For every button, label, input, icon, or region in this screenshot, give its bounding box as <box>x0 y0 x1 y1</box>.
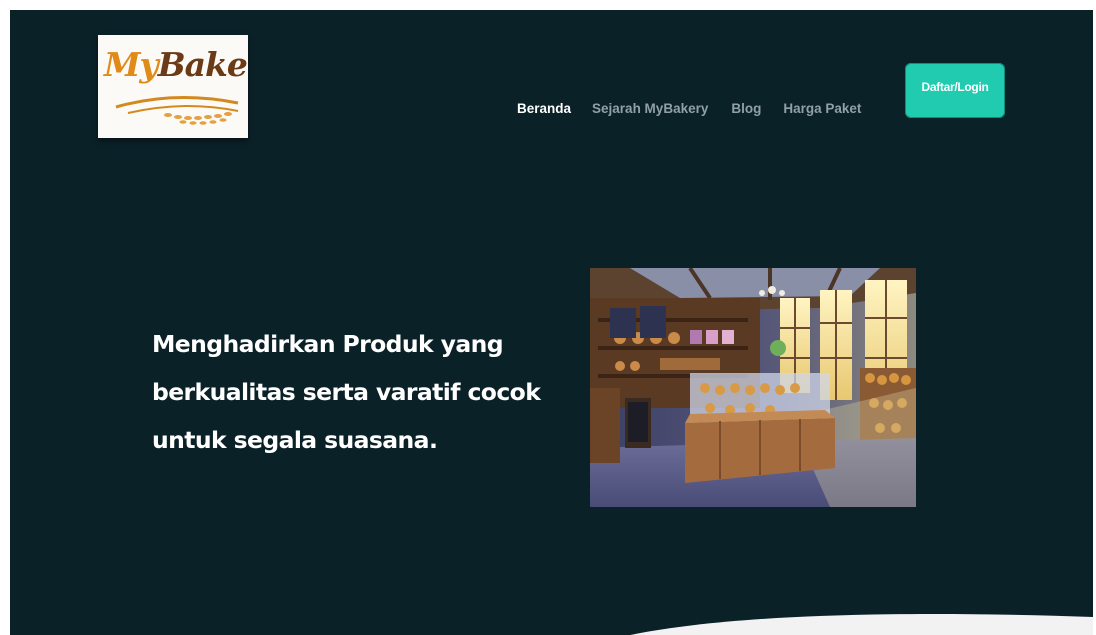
logo[interactable]: MyBakery <box>98 35 248 138</box>
nav-item-harga-paket[interactable]: Harga Paket <box>783 101 861 116</box>
hero-line: untuk segala suasana. <box>152 426 438 454</box>
nav-item-sejarah[interactable]: Sejarah MyBakery <box>592 101 708 116</box>
hero-line: Menghadirkan Produk yang <box>152 330 504 358</box>
nav-item-blog[interactable]: Blog <box>731 101 761 116</box>
hero-line: berkualitas serta varatif cocok <box>152 378 541 406</box>
nav-item-beranda[interactable]: Beranda <box>517 101 571 116</box>
wheat-icon <box>115 95 239 125</box>
daftar-login-button[interactable]: Daftar/Login <box>905 63 1005 118</box>
bakery-interior-illustration <box>590 268 916 507</box>
main-nav: Beranda Sejarah MyBakery Blog Harga Pake… <box>517 98 861 118</box>
bottom-wave-divider <box>630 614 1093 635</box>
bakery-interior-image <box>590 268 916 507</box>
logo-wordmark: MyBakery <box>104 45 248 84</box>
page-frame: MyBakery Beranda Sejarah MyBakery Blog H… <box>10 10 1093 635</box>
hero-headline: Menghadirkan Produk yang berkualitas ser… <box>152 320 572 464</box>
